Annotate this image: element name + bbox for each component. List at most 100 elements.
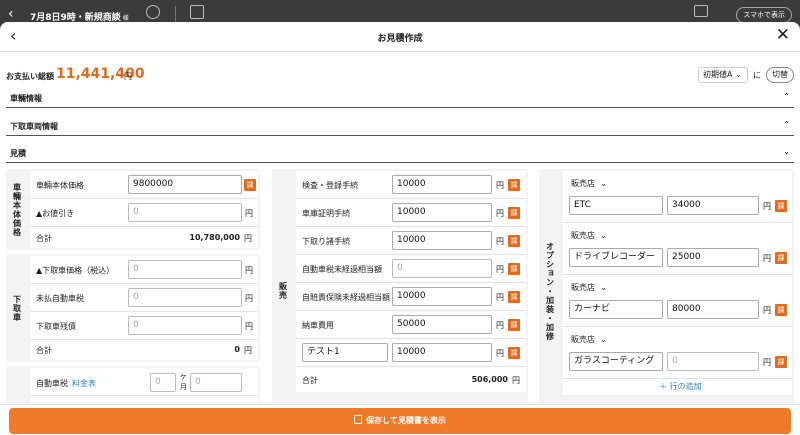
chevron-down-icon: ⌄ — [600, 335, 607, 344]
section-estimate[interactable]: 見積 ⌄ — [6, 145, 794, 163]
tax-badge[interactable]: 課 — [508, 291, 520, 303]
tax-badge[interactable]: 課 — [508, 347, 520, 359]
insurance-unexpired-input[interactable]: 10000 — [392, 287, 492, 306]
trade-in-price-input[interactable]: 0 — [128, 260, 242, 279]
trade-in-total: 0 — [234, 345, 240, 354]
chat-icon[interactable] — [694, 5, 708, 17]
trade-in-loan-input[interactable]: 0 — [128, 316, 242, 335]
option-item: 販売店 ⌄ ETC 34000 円 課 — [563, 171, 792, 223]
custom-item-amount-input[interactable]: 10000 — [392, 343, 492, 362]
tax-badge[interactable]: 課 — [508, 319, 520, 331]
section-trade-in-info[interactable]: 下取車両情報 ⌃ — [6, 118, 794, 136]
row-label: 下取り諸手続 — [302, 237, 350, 246]
unit-label: 円 — [245, 294, 253, 303]
store-select[interactable]: 販売店 ⌄ — [571, 279, 607, 296]
tax-badge[interactable]: 課 — [775, 304, 787, 316]
vehicle-price-label: 車輛本体価格 — [12, 182, 22, 237]
garage-certificate-input[interactable]: 10000 — [392, 203, 492, 222]
months-unit: 月 — [180, 383, 187, 391]
customer-info-icon[interactable] — [146, 5, 160, 19]
save-button-label: 保存して見積書を表示 — [366, 416, 446, 425]
option-item: 販売店 ⌄ ドライブレコーダー 25000 円 課 — [563, 223, 792, 275]
option-item: 販売店 ⌄ ガラスコーティング 0 円 課 — [563, 327, 792, 379]
unit-label: 円 — [763, 306, 771, 315]
auto-tax-amount-input[interactable]: 0 — [190, 373, 242, 392]
trade-in-rows: ▲下取車価格（税込） 0 円 未払自動車税 0 円 下取車残債 0 円 合計 0… — [30, 256, 258, 360]
auto-tax-unexpired-input[interactable]: 0 — [392, 259, 492, 278]
option-name-input[interactable]: カーナビ — [569, 300, 663, 319]
row-discount: ▲お値引き 0 円 — [30, 199, 258, 227]
store-select[interactable]: 販売店 ⌄ — [571, 227, 607, 244]
vehicle-price-rows: 車輛本体価格 9800000 課 ▲お値引き 0 円 合計 10,780,000… — [30, 171, 258, 248]
store-select[interactable]: 販売店 ⌄ — [571, 331, 607, 348]
section-label: 車輛情報 — [10, 94, 42, 103]
delivery-fee-input[interactable]: 50000 — [392, 315, 492, 334]
unit-label: 円 — [245, 266, 253, 275]
vehicle-price-total-row: 合計 10,780,000 円 — [30, 227, 258, 248]
months-input[interactable]: 0 — [150, 373, 176, 392]
row-delivery-fee: 納車費用 50000 円 課 — [296, 311, 526, 339]
vehicle-price-input[interactable]: 9800000 — [128, 175, 242, 194]
total-label: お支払い総額 — [6, 72, 54, 81]
unit-label: 円 — [496, 237, 504, 246]
unpaid-auto-tax-input[interactable]: 0 — [128, 288, 242, 307]
options-panel: オプション・加装・加修 販売店 ⌄ ETC 34000 円 課 販売店 ⌄ ドラ… — [539, 169, 794, 413]
deal-list-icon[interactable] — [190, 5, 204, 19]
row-label: 自賠責保険未経過相当額 — [302, 293, 390, 302]
sales-total-row: 合計 506,000 円 — [296, 367, 526, 392]
row-trade-in-procedures: 下取り諸手続 10000 円 課 — [296, 227, 526, 255]
unit-label: 円 — [245, 322, 253, 331]
option-amount-input[interactable]: 0 — [667, 352, 759, 371]
row-label: 納車費用 — [302, 321, 334, 330]
add-row-button[interactable]: ＋ 行の追加 — [659, 381, 702, 392]
tax-badge[interactable]: 課 — [775, 356, 787, 368]
close-icon[interactable]: ✕ — [776, 27, 790, 44]
preset-select[interactable]: 初期値A ⌄ — [698, 67, 748, 83]
section-label: 下取車両情報 — [10, 122, 58, 131]
section-vehicle-info[interactable]: 車輛情報 ⌃ — [6, 90, 794, 108]
save-and-show-estimate-button[interactable]: 保存して見積書を表示 — [9, 408, 791, 434]
app-title-suffix: 様 — [122, 15, 129, 22]
row-label: 車庫証明手続 — [302, 209, 350, 218]
vehicle-price-panel: 車輛本体価格 車輛本体価格 9800000 課 ▲お値引き 0 円 合計 10,… — [6, 169, 260, 250]
row-inspection-registration: 検査・登録手続 10000 円 課 — [296, 171, 526, 199]
tax-badge[interactable]: 課 — [244, 179, 256, 191]
unit-label: 円 — [496, 321, 504, 330]
tax-badge[interactable]: 課 — [508, 235, 520, 247]
tax-badge[interactable]: 課 — [508, 207, 520, 219]
custom-item-name-input[interactable]: テスト1 — [302, 343, 388, 362]
option-name-input[interactable]: ドライブレコーダー — [569, 248, 663, 267]
tax-badge[interactable]: 課 — [508, 263, 520, 275]
store-value: 販売店 — [571, 283, 595, 292]
switch-button[interactable]: 切替 — [766, 67, 794, 83]
modal-header: ‹ お見積作成 ✕ — [0, 22, 800, 52]
discount-input[interactable]: 0 — [128, 203, 242, 222]
smartphone-view-button[interactable]: スマホで表示 — [736, 7, 792, 23]
tax-badge[interactable]: 課 — [775, 200, 787, 212]
row-label: 車輛本体価格 — [36, 181, 84, 190]
option-amount-input[interactable]: 25000 — [667, 248, 759, 267]
unit-label: 円 — [496, 209, 504, 218]
rate-table-link[interactable]: 料金表 — [72, 379, 96, 388]
row-label: ▲下取車価格（税込） — [36, 266, 115, 275]
unit-label: 円 — [496, 181, 504, 190]
tax-badge[interactable]: 課 — [775, 252, 787, 264]
option-name-input[interactable]: ガラスコーティング — [569, 352, 663, 371]
document-icon — [354, 415, 363, 424]
row-insurance-unexpired: 自賠責保険未経過相当額 10000 円 課 — [296, 283, 526, 311]
row-label: 未払自動車税 — [36, 294, 84, 303]
option-name-input[interactable]: ETC — [569, 196, 663, 215]
store-select[interactable]: 販売店 ⌄ — [571, 175, 607, 192]
back-chevron-icon[interactable]: ‹ — [8, 7, 14, 21]
row-auto-tax: 自動車税 料金表 0 ケ 月 0 — [30, 368, 258, 396]
unit-label: 円 — [763, 202, 771, 211]
chevron-up-icon: ⌃ — [783, 92, 790, 101]
trade-in-procedure-input[interactable]: 10000 — [392, 231, 492, 250]
unit-label: 円 — [245, 209, 253, 218]
estimate-modal: ‹ お見積作成 ✕ お支払い総額 11,441,400 円 初期値A ⌄ に 切… — [0, 22, 800, 435]
option-amount-input[interactable]: 34000 — [667, 196, 759, 215]
tax-badge[interactable]: 課 — [508, 179, 520, 191]
option-amount-input[interactable]: 80000 — [667, 300, 759, 319]
modal-footer: 保存して見積書を表示 — [0, 404, 800, 435]
inspection-fee-input[interactable]: 10000 — [392, 175, 492, 194]
